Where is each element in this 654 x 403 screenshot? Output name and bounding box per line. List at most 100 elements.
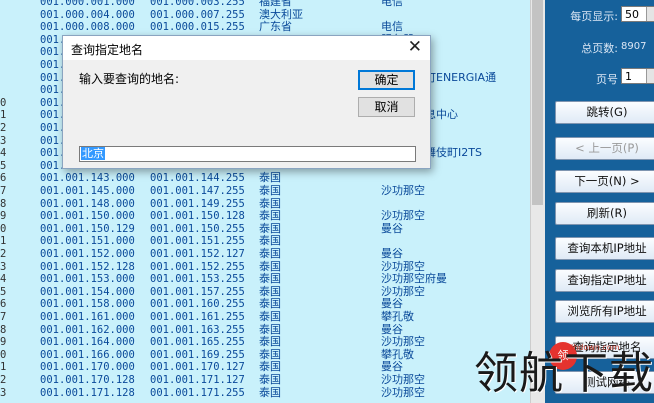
table-cell: 001.000.004.000: [40, 8, 135, 21]
table-cell: 4: [0, 273, 7, 286]
per-page-label: 每页显示:: [570, 10, 618, 23]
table-cell: 001.001.151.000: [40, 235, 135, 248]
table-row[interactable]: 5 001.001.154.000 001.001.157.255 泰国 沙功那空: [0, 284, 545, 298]
table-cell: 曼谷: [381, 360, 403, 374]
table-cell: 001.001.154.000: [40, 285, 135, 298]
table-cell: 福建省: [259, 0, 292, 8]
close-icon[interactable]: ✕: [408, 37, 422, 57]
table-cell: 001.000.001.000: [40, 0, 135, 8]
table-cell: 001.001.170.128: [40, 374, 135, 386]
table-row[interactable]: 2 001.001.152.000 001.001.152.127 泰国 曼谷: [0, 248, 545, 261]
table-cell: 001.001.162.000: [40, 323, 135, 336]
table-cell: 9: [0, 336, 7, 349]
table-row[interactable]: 7 001.001.145.000 001.001.147.255 泰国 沙功那空: [0, 185, 545, 198]
table-cell: 1: [0, 361, 7, 374]
table-cell: 泰国: [259, 209, 281, 223]
table-row[interactable]: 001.000.004.000 001.000.007.255 澳大利亚: [0, 8, 545, 21]
table-row[interactable]: 1 001.001.170.000 001.001.170.127 泰国 曼谷: [0, 360, 545, 374]
table-cell: 0: [0, 348, 7, 361]
table-cell: 001.001.158.000: [40, 298, 135, 311]
table-cell: 1: [0, 235, 7, 248]
table-row[interactable]: 9 001.001.150.000 001.001.150.128 泰国 沙功那空: [0, 209, 545, 223]
table-cell: 2: [0, 374, 7, 386]
place-name-input[interactable]: 北京: [79, 146, 416, 162]
table-cell: 泰国: [259, 335, 281, 349]
prev-page-button[interactable]: < 上一页(P): [555, 137, 654, 160]
table-cell: 001.001.171.255: [150, 386, 245, 399]
table-cell: 001.001.171.128: [40, 386, 135, 399]
table-cell: 沙功那空: [381, 284, 425, 298]
table-cell: 001.001.147.255: [150, 185, 245, 197]
table-cell: 曼谷: [381, 221, 403, 235]
table-cell: 沙功那空: [381, 335, 425, 349]
table-cell: 001.001.151.255: [150, 235, 245, 248]
table-row[interactable]: 8 001.001.148.000 001.001.149.255 泰国: [0, 197, 545, 210]
table-cell: 001.001.144.255: [150, 172, 245, 185]
table-row[interactable]: 8 001.001.162.000 001.001.163.255 泰国 曼谷: [0, 322, 545, 336]
table-cell: 001.001.169.255: [150, 348, 245, 361]
table-cell: 3: [0, 386, 7, 399]
query-local-ip-button[interactable]: 查询本机IP地址: [555, 237, 654, 260]
table-cell: 001.001.170.000: [40, 361, 135, 374]
table-row[interactable]: 9 001.001.164.000 001.001.165.255 泰国 沙功那空: [0, 335, 545, 349]
table-row[interactable]: 3 001.001.152.128 001.001.152.255 泰国 沙功那空: [0, 260, 545, 273]
table-cell: 001.001.152.128: [40, 260, 135, 273]
table-row[interactable]: 7 001.001.161.000 001.001.161.255 泰国 攀孔敬: [0, 310, 545, 324]
table-row[interactable]: 0 001.001.150.129 001.001.150.255 泰国 曼谷: [0, 221, 545, 235]
table-row[interactable]: 1 001.001.151.000 001.001.151.255 泰国: [0, 234, 545, 248]
browse-all-ip-button[interactable]: 浏览所有IP地址: [555, 300, 654, 323]
table-cell: 001.001.153.255: [150, 273, 245, 286]
table-cell: 001.000.008.000: [40, 21, 135, 34]
table-row[interactable]: 6 001.001.158.000 001.001.160.255 泰国 曼谷: [0, 297, 545, 311]
table-cell: 5: [0, 159, 7, 172]
table-row[interactable]: 6 001.001.143.000 001.001.144.255 泰国: [0, 172, 545, 185]
table-cell: 电信: [381, 20, 403, 34]
table-row[interactable]: 0 001.001.166.000 001.001.169.255 泰国 攀孔敬: [0, 348, 545, 361]
table-cell: 6: [0, 172, 7, 185]
table-cell: 2: [0, 122, 7, 134]
table-cell: 001.001.171.127: [150, 374, 245, 386]
table-cell: 8: [0, 197, 7, 210]
table-cell: 曼谷: [381, 297, 403, 311]
table-cell: 3: [0, 260, 7, 273]
table-cell: 曼谷: [381, 322, 403, 336]
table-cell: 1: [0, 109, 7, 122]
table-cell: 001.001.150.255: [150, 222, 245, 235]
next-page-button[interactable]: 下一页(N) >: [555, 170, 654, 193]
table-cell: 0: [0, 96, 7, 109]
table-cell: 001.001.152.127: [150, 248, 245, 260]
watermark-text: 领航下载: [474, 348, 654, 399]
refresh-button[interactable]: 刷新(R): [555, 202, 654, 225]
jump-button[interactable]: 跳转(G): [555, 101, 654, 124]
table-cell: 001.001.143.000: [40, 172, 135, 185]
table-row[interactable]: 001.000.008.000 001.000.015.255 广东省 电信: [0, 20, 545, 34]
table-row[interactable]: 4 001.001.153.000 001.001.153.255 泰国 沙功那空府曼: [0, 272, 545, 286]
table-row[interactable]: 2 001.001.170.128 001.001.171.127 泰国 沙功那空: [0, 374, 545, 387]
table-cell: 沙功那空府曼: [381, 272, 447, 286]
scrollbar-thumb[interactable]: [532, 0, 543, 205]
dialog-prompt: 输入要查询的地名:: [79, 72, 180, 86]
table-cell: 001.001.153.000: [40, 273, 135, 286]
query-ip-button[interactable]: 查询指定IP地址: [555, 269, 654, 292]
per-page-spinner[interactable]: [646, 7, 654, 21]
table-cell: 001.001.150.129: [40, 222, 135, 235]
table-cell: 攀孔敬: [381, 310, 414, 323]
table-cell: 001.000.015.255: [150, 21, 245, 34]
table-cell: 泰国: [259, 360, 281, 374]
table-cell: 泰国: [259, 297, 281, 311]
table-cell: 001.001.150.128: [150, 210, 245, 223]
total-pages-value: 8907: [621, 41, 647, 52]
table-cell: 3: [0, 134, 7, 147]
table-cell: 001.001.145.000: [40, 185, 135, 197]
table-row[interactable]: 3 001.001.171.128 001.001.171.255 泰国 沙功那空: [0, 385, 545, 399]
ok-button[interactable]: 确定: [358, 70, 415, 90]
page-number-spinner[interactable]: [646, 69, 654, 83]
cancel-button[interactable]: 取消: [358, 97, 415, 117]
table-cell: 001.000.003.255: [150, 0, 245, 8]
table-row[interactable]: 001.000.001.000 001.000.003.255 福建省 电信: [0, 0, 545, 8]
table-cell: 泰国: [259, 234, 281, 248]
table-cell: 沙功那空: [381, 385, 425, 399]
table-cell: 001.001.149.255: [150, 197, 245, 210]
query-place-dialog: 查询指定地名 ✕ 输入要查询的地名: 确定 取消 北京: [62, 35, 431, 169]
table-cell: 001.001.160.255: [150, 298, 245, 311]
